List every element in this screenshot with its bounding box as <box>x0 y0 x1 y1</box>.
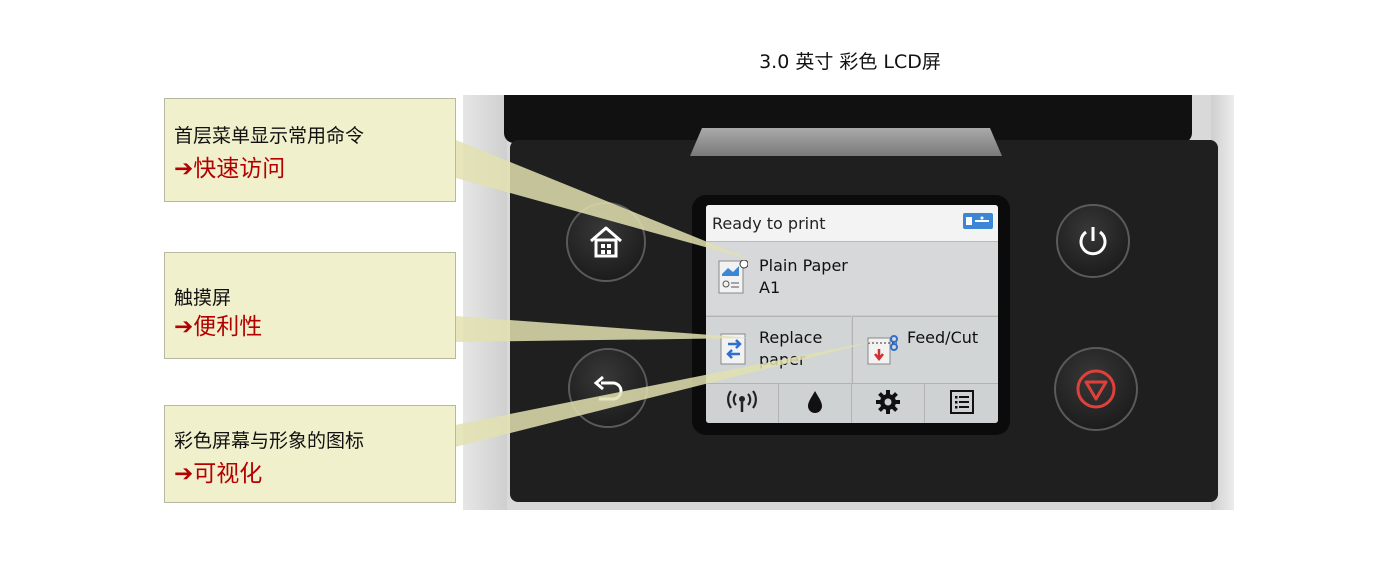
callout-icons-title: 彩色屏幕与形象的图标 <box>174 430 365 452</box>
arrow-right-icon: ➔ <box>174 461 194 487</box>
callout-touch-title: 触摸屏 <box>174 287 232 309</box>
callout-touch: 触摸屏 ➔便利性 <box>164 252 456 359</box>
callout-icons: 彩色屏幕与形象的图标 ➔可视化 <box>164 405 456 503</box>
arrow-right-icon: ➔ <box>174 314 194 340</box>
callout-menu: 首层菜单显示常用命令 ➔快速访问 <box>164 98 456 202</box>
pointer-touch <box>455 316 752 342</box>
callout-menu-title: 首层菜单显示常用命令 <box>174 125 365 147</box>
pointer-menu <box>456 140 752 260</box>
callout-touch-benefit-text: 便利性 <box>193 314 263 340</box>
arrow-right-icon: ➔ <box>174 156 194 182</box>
callout-icons-benefit-text: 可视化 <box>193 461 263 487</box>
callout-menu-benefit-text: 快速访问 <box>193 156 286 182</box>
callout-touch-benefit: ➔便利性 <box>174 307 262 341</box>
pointer-icons <box>455 340 880 447</box>
callout-icons-benefit: ➔可视化 <box>174 454 262 488</box>
callout-menu-benefit: ➔快速访问 <box>174 149 285 183</box>
